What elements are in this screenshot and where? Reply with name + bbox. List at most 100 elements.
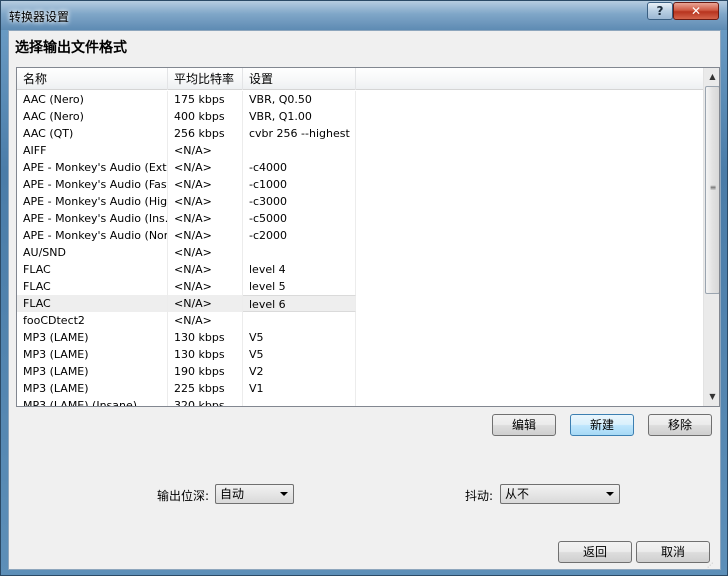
cell-name: FLAC: [17, 278, 168, 295]
list-header: 名称 平均比特率 设置: [17, 68, 703, 90]
table-row[interactable]: MP3 (LAME) (Insane) 320 kbps: [17, 397, 703, 406]
table-row[interactable]: MP3 (LAME) 190 kbps V2: [17, 363, 703, 380]
cell-name: APE - Monkey's Audio (Nor...: [17, 227, 168, 244]
cell-bitrate: <N/A>: [168, 193, 243, 210]
new-button[interactable]: 新建: [570, 414, 634, 436]
cell-bitrate: <N/A>: [168, 227, 243, 244]
output-depth-label: 输出位深:: [157, 489, 210, 503]
cell-bitrate: <N/A>: [168, 176, 243, 193]
cell-name: AIFF: [17, 142, 168, 159]
output-depth-value: 自动: [220, 487, 245, 501]
dither-select[interactable]: 从不: [500, 484, 620, 504]
column-header-bitrate[interactable]: 平均比特率: [168, 68, 243, 90]
cell-settings: VBR, Q0.50: [243, 91, 356, 108]
cell-settings: VBR, Q1.00: [243, 108, 356, 125]
resize-grip-icon[interactable]: ⋰: [707, 562, 714, 569]
close-button[interactable]: ✕: [673, 2, 719, 20]
table-row[interactable]: FLAC <N/A> level 4: [17, 261, 703, 278]
cell-bitrate: 130 kbps: [168, 346, 243, 363]
cell-name: AAC (Nero): [17, 91, 168, 108]
cell-bitrate: <N/A>: [168, 278, 243, 295]
dither-value: 从不: [505, 487, 530, 501]
cell-bitrate: <N/A>: [168, 261, 243, 278]
table-row[interactable]: APE - Monkey's Audio (Ext... <N/A> -c4000: [17, 159, 703, 176]
cell-settings: level 5: [243, 278, 356, 295]
table-row[interactable]: fooCDtect2 <N/A>: [17, 312, 703, 329]
chevron-down-icon: [606, 492, 614, 496]
cell-settings: level 6: [243, 295, 356, 312]
cell-name: FLAC: [17, 261, 168, 278]
cell-settings: cvbr 256 --highest: [243, 125, 356, 142]
cell-name: FLAC: [17, 295, 168, 312]
cell-settings: V1: [243, 380, 356, 397]
cell-settings: [243, 312, 356, 329]
title-bar[interactable]: 转换器设置 ? ✕: [1, 1, 727, 30]
cell-settings: -c1000: [243, 176, 356, 193]
chevron-down-icon: [280, 492, 288, 496]
cell-settings: [243, 397, 356, 406]
table-row[interactable]: MP3 (LAME) 130 kbps V5: [17, 346, 703, 363]
table-row[interactable]: APE - Monkey's Audio (Ins... <N/A> -c5000: [17, 210, 703, 227]
table-row[interactable]: AAC (QT) 256 kbps cvbr 256 --highest: [17, 125, 703, 142]
table-row[interactable]: AIFF <N/A>: [17, 142, 703, 159]
cell-name: MP3 (LAME): [17, 380, 168, 397]
output-depth-select[interactable]: 自动: [215, 484, 294, 504]
table-row[interactable]: MP3 (LAME) 130 kbps V5: [17, 329, 703, 346]
table-row[interactable]: AU/SND <N/A>: [17, 244, 703, 261]
remove-button[interactable]: 移除: [648, 414, 712, 436]
table-row[interactable]: AAC (Nero) 400 kbps VBR, Q1.00: [17, 108, 703, 125]
table-row[interactable]: APE - Monkey's Audio (Nor... <N/A> -c2000: [17, 227, 703, 244]
page-title: 选择输出文件格式: [15, 40, 127, 56]
cell-bitrate: <N/A>: [168, 244, 243, 261]
cell-bitrate: <N/A>: [168, 295, 243, 312]
table-row[interactable]: AAC (Nero) 175 kbps VBR, Q0.50: [17, 91, 703, 108]
cell-bitrate: 225 kbps: [168, 380, 243, 397]
cell-bitrate: 256 kbps: [168, 125, 243, 142]
cell-name: AAC (QT): [17, 125, 168, 142]
scroll-down-icon[interactable]: ▼: [705, 389, 719, 405]
dither-label: 抖动:: [465, 489, 494, 503]
converter-settings-dialog: 转换器设置 ? ✕ 选择输出文件格式 名称 平均比特率 设置 AAC (Nero…: [0, 0, 728, 576]
cell-name: APE - Monkey's Audio (High): [17, 193, 168, 210]
table-row[interactable]: APE - Monkey's Audio (Fast) <N/A> -c1000: [17, 176, 703, 193]
table-row[interactable]: MP3 (LAME) 225 kbps V1: [17, 380, 703, 397]
cell-bitrate: 400 kbps: [168, 108, 243, 125]
cell-bitrate: <N/A>: [168, 142, 243, 159]
cancel-button[interactable]: 取消: [636, 541, 710, 563]
window-title: 转换器设置: [9, 10, 70, 24]
cell-settings: -c4000: [243, 159, 356, 176]
cell-name: AU/SND: [17, 244, 168, 261]
scrollbar-thumb[interactable]: ≡: [705, 86, 719, 294]
cell-settings: level 4: [243, 261, 356, 278]
cell-bitrate: 190 kbps: [168, 363, 243, 380]
vertical-scrollbar[interactable]: ▲ ≡ ▼: [703, 68, 719, 406]
column-header-settings[interactable]: 设置: [243, 68, 356, 90]
cell-name: AAC (Nero): [17, 108, 168, 125]
help-button[interactable]: ?: [647, 2, 673, 20]
cell-bitrate: <N/A>: [168, 210, 243, 227]
cell-name: APE - Monkey's Audio (Ins...: [17, 210, 168, 227]
list-rows: AAC (Nero) 175 kbps VBR, Q0.50 AAC (Nero) 40…: [17, 91, 703, 406]
cell-bitrate: 320 kbps: [168, 397, 243, 406]
column-header-name[interactable]: 名称: [17, 68, 168, 90]
cell-name: MP3 (LAME): [17, 329, 168, 346]
table-row[interactable]: APE - Monkey's Audio (High) <N/A> -c3000: [17, 193, 703, 210]
cell-settings: V5: [243, 346, 356, 363]
table-row[interactable]: FLAC <N/A> level 5: [17, 278, 703, 295]
cell-settings: -c2000: [243, 227, 356, 244]
dialog-body: 选择输出文件格式 名称 平均比特率 设置 AAC (Nero) 175 kbps V…: [8, 30, 721, 570]
cell-bitrate: <N/A>: [168, 312, 243, 329]
cell-settings: -c5000: [243, 210, 356, 227]
cell-name: MP3 (LAME) (Insane): [17, 397, 168, 406]
table-row[interactable]: FLAC <N/A> level 6: [17, 295, 703, 312]
format-list[interactable]: 名称 平均比特率 设置 AAC (Nero) 175 kbps VBR, Q0.50…: [16, 67, 720, 407]
scroll-up-icon[interactable]: ▲: [705, 69, 719, 85]
cell-bitrate: 175 kbps: [168, 91, 243, 108]
edit-button[interactable]: 编辑: [492, 414, 556, 436]
grip-icon: ≡: [709, 183, 717, 192]
cell-settings: [243, 142, 356, 159]
cell-settings: V2: [243, 363, 356, 380]
back-button[interactable]: 返回: [558, 541, 632, 563]
cell-settings: -c3000: [243, 193, 356, 210]
cell-name: APE - Monkey's Audio (Ext...: [17, 159, 168, 176]
